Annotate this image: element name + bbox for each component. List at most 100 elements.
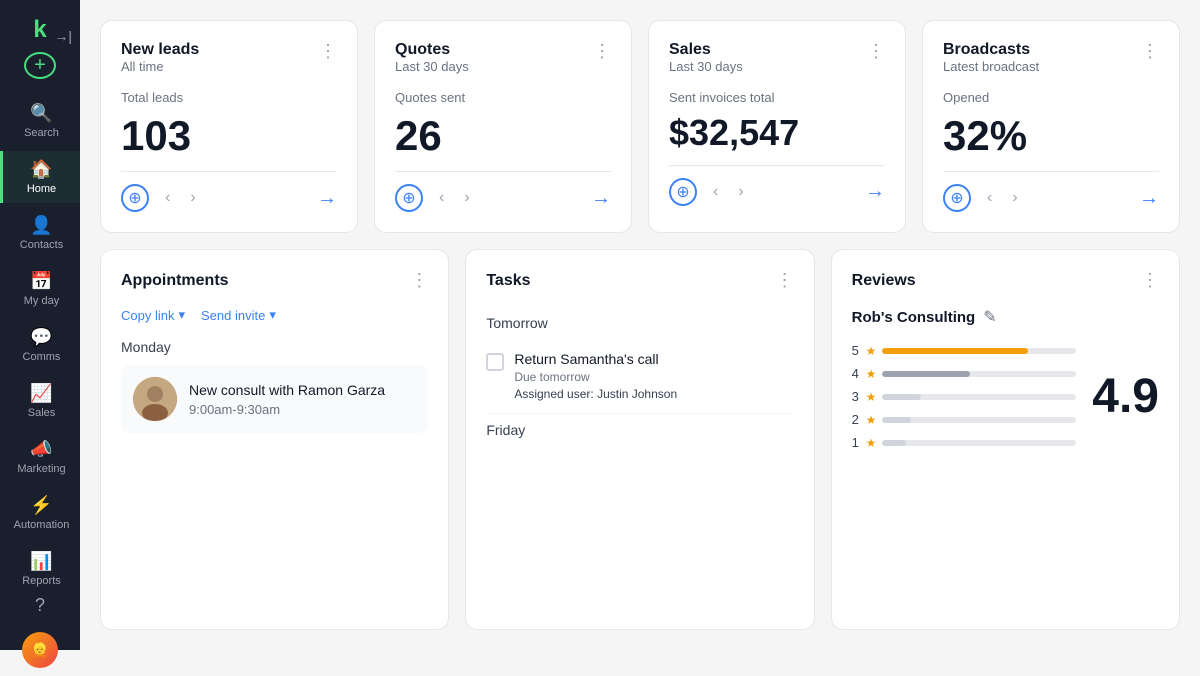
stat-arrow-button[interactable]: → bbox=[865, 180, 885, 203]
sidebar-item-search[interactable]: 🔍 Search bbox=[0, 95, 80, 147]
search-icon: 🔍 bbox=[30, 103, 52, 124]
sidebar-item-label: Home bbox=[27, 183, 56, 195]
stat-arrow-button[interactable]: → bbox=[317, 187, 337, 210]
sidebar-item-automation[interactable]: ⚡ Automation bbox=[0, 487, 80, 539]
sidebar-add-button[interactable]: + bbox=[24, 52, 56, 79]
company-name: Rob's Consulting bbox=[852, 309, 976, 326]
stat-menu-button[interactable]: ⋮ bbox=[1141, 41, 1159, 62]
stat-prev-button[interactable]: ‹ bbox=[435, 187, 448, 209]
stat-title: Quotes bbox=[395, 41, 469, 59]
stat-menu-button[interactable]: ⋮ bbox=[593, 41, 611, 62]
stat-subtitle: All time bbox=[121, 59, 199, 74]
stat-title: New leads bbox=[121, 41, 199, 59]
stat-next-button[interactable]: › bbox=[460, 187, 473, 209]
stats-row: New leads All time ⋮ Total leads 103 ⊕ ‹… bbox=[100, 20, 1180, 233]
stat-arrow-button[interactable]: → bbox=[1139, 187, 1159, 210]
widget-header: Appointments ⋮ bbox=[121, 270, 428, 291]
sidebar-collapse-button[interactable]: →| bbox=[54, 28, 72, 44]
appointments-widget: Appointments ⋮ Copy link ▾ Send invite ▾… bbox=[100, 249, 449, 630]
stat-label: Total leads bbox=[121, 90, 337, 105]
review-bar-row-5: 5 ★ bbox=[852, 343, 1077, 358]
stat-card-title-group: Broadcasts Latest broadcast bbox=[943, 41, 1039, 74]
stat-footer: ⊕ ‹ › → bbox=[943, 171, 1159, 212]
tasks-title: Tasks bbox=[486, 272, 530, 290]
appointment-time: 9:00am-9:30am bbox=[189, 402, 385, 417]
stat-add-button[interactable]: ⊕ bbox=[943, 184, 971, 212]
stat-menu-button[interactable]: ⋮ bbox=[319, 41, 337, 62]
stat-card-title-group: Quotes Last 30 days bbox=[395, 41, 469, 74]
stat-card-header: Sales Last 30 days ⋮ bbox=[669, 41, 885, 74]
marketing-icon: 📣 bbox=[30, 439, 52, 460]
sidebar-item-label: Automation bbox=[14, 519, 70, 531]
sidebar-item-comms[interactable]: 💬 Comms bbox=[0, 319, 80, 371]
reviews-menu-button[interactable]: ⋮ bbox=[1141, 270, 1159, 291]
sales-icon: 📈 bbox=[30, 383, 52, 404]
send-invite-button[interactable]: Send invite ▾ bbox=[201, 307, 276, 323]
task-section-tomorrow: Tomorrow bbox=[486, 307, 793, 339]
stat-card-broadcasts: Broadcasts Latest broadcast ⋮ Opened 32%… bbox=[922, 20, 1180, 233]
user-avatar[interactable]: 👱 bbox=[22, 632, 58, 668]
sidebar-item-reports[interactable]: 📊 Reports bbox=[0, 543, 80, 595]
send-invite-label: Send invite bbox=[201, 308, 265, 323]
stat-value: 103 bbox=[121, 113, 337, 159]
sidebar-item-marketing[interactable]: 📣 Marketing bbox=[0, 431, 80, 483]
stat-subtitle: Latest broadcast bbox=[943, 59, 1039, 74]
appointments-menu-button[interactable]: ⋮ bbox=[410, 270, 428, 291]
reports-icon: 📊 bbox=[30, 551, 52, 572]
stat-add-button[interactable]: ⊕ bbox=[669, 178, 697, 206]
stat-card-title-group: New leads All time bbox=[121, 41, 199, 74]
task-section-friday: Friday bbox=[486, 414, 793, 446]
bar-num: 4 bbox=[852, 366, 860, 381]
stat-arrow-button[interactable]: → bbox=[591, 187, 611, 210]
sidebar-bottom: ? 👱 bbox=[22, 595, 58, 676]
task-due: Due tomorrow bbox=[514, 370, 677, 384]
contacts-icon: 👤 bbox=[30, 215, 52, 236]
bar-fill bbox=[882, 371, 969, 377]
stat-label: Quotes sent bbox=[395, 90, 611, 105]
stat-next-button[interactable]: › bbox=[734, 181, 747, 203]
bar-num: 5 bbox=[852, 343, 860, 358]
copy-link-button[interactable]: Copy link ▾ bbox=[121, 307, 185, 323]
stat-add-button[interactable]: ⊕ bbox=[121, 184, 149, 212]
star-icon: ★ bbox=[866, 390, 877, 404]
review-content: 5 ★ 4 ★ bbox=[852, 343, 1159, 450]
stat-footer: ⊕ ‹ › → bbox=[121, 171, 337, 212]
appointments-day: Monday bbox=[121, 339, 428, 355]
edit-icon[interactable]: ✎ bbox=[983, 307, 996, 327]
comms-icon: 💬 bbox=[30, 327, 52, 348]
copy-link-label: Copy link bbox=[121, 308, 174, 323]
help-button[interactable]: ? bbox=[35, 595, 45, 616]
star-icon: ★ bbox=[866, 436, 877, 450]
sidebar-logo: k bbox=[33, 16, 46, 44]
stat-menu-button[interactable]: ⋮ bbox=[867, 41, 885, 62]
star-icon: ★ bbox=[866, 344, 877, 358]
bar-num: 3 bbox=[852, 389, 860, 404]
task-item: Return Samantha's call Due tomorrow Assi… bbox=[486, 339, 793, 414]
sidebar-item-label: Contacts bbox=[20, 239, 63, 251]
sidebar-item-home[interactable]: 🏠 Home bbox=[0, 151, 80, 203]
stat-title: Sales bbox=[669, 41, 743, 59]
task-checkbox[interactable] bbox=[486, 353, 504, 371]
calendar-icon: 📅 bbox=[30, 271, 52, 292]
bar-fill bbox=[882, 440, 905, 446]
tasks-menu-button[interactable]: ⋮ bbox=[776, 270, 794, 291]
stat-subtitle: Last 30 days bbox=[669, 59, 743, 74]
stat-add-button[interactable]: ⊕ bbox=[395, 184, 423, 212]
chevron-down-icon: ▾ bbox=[269, 307, 276, 323]
task-info: Return Samantha's call Due tomorrow Assi… bbox=[514, 351, 677, 401]
stat-prev-button[interactable]: ‹ bbox=[161, 187, 174, 209]
sidebar-item-contacts[interactable]: 👤 Contacts bbox=[0, 207, 80, 259]
stat-next-button[interactable]: › bbox=[1008, 187, 1021, 209]
bar-background bbox=[882, 417, 1076, 423]
stat-prev-button[interactable]: ‹ bbox=[983, 187, 996, 209]
home-icon: 🏠 bbox=[30, 159, 52, 180]
bar-fill bbox=[882, 417, 911, 423]
widget-header: Reviews ⋮ bbox=[852, 270, 1159, 291]
appointments-actions: Copy link ▾ Send invite ▾ bbox=[121, 307, 428, 323]
sidebar-item-myday[interactable]: 📅 My day bbox=[0, 263, 80, 315]
stat-prev-button[interactable]: ‹ bbox=[709, 181, 722, 203]
sidebar-item-sales[interactable]: 📈 Sales bbox=[0, 375, 80, 427]
stat-next-button[interactable]: › bbox=[186, 187, 199, 209]
task-name: Return Samantha's call bbox=[514, 351, 677, 367]
review-company: Rob's Consulting ✎ bbox=[852, 307, 1159, 327]
